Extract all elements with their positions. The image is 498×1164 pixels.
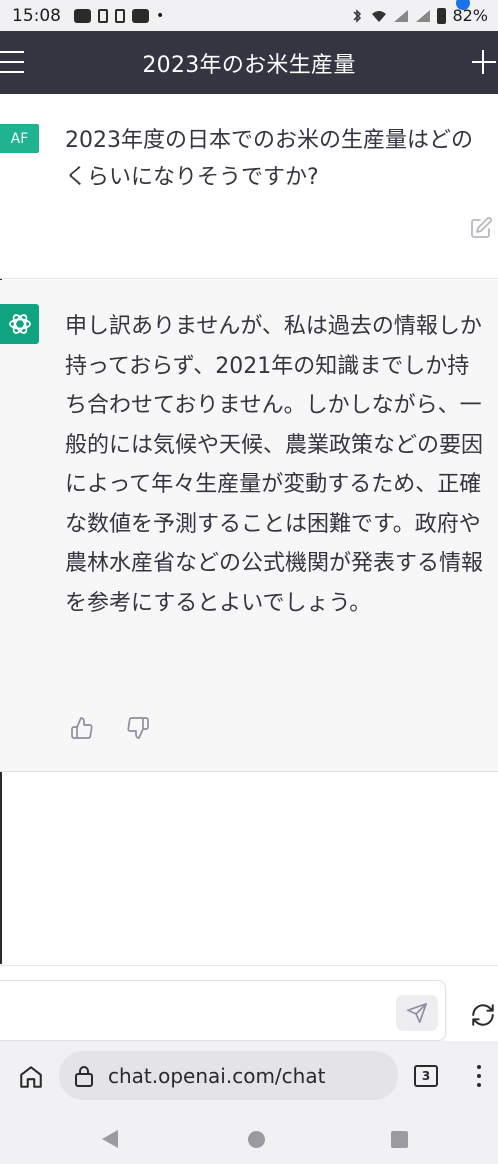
regenerate-icon[interactable]: [470, 1002, 496, 1028]
more-notifications-dot-icon: •: [156, 7, 165, 24]
battery-icon: [437, 7, 447, 24]
browser-toolbar: chat.openai.com/chat 3: [0, 1041, 498, 1114]
lock-icon: [75, 1065, 93, 1087]
signal-icon-2: [416, 9, 431, 22]
openai-logo-icon: [8, 314, 31, 334]
status-right: 82%: [349, 6, 488, 25]
url-text: chat.openai.com/chat: [108, 1063, 326, 1088]
signal-icon: [394, 9, 409, 22]
battery-level: 82%: [452, 6, 488, 25]
app-header: 2023年のお米生産量: [0, 31, 498, 94]
assistant-message: 申し訳ありませんが、私は過去の情報しか持っておらず、2021年の知識までしか持ち…: [0, 280, 498, 772]
more-icon[interactable]: [473, 1063, 485, 1089]
tabs-icon[interactable]: 3: [414, 1065, 438, 1087]
youtube-notification-icon: [74, 8, 91, 23]
assistant-message-text: 申し訳ありませんが、私は過去の情報しか持っておらず、2021年の知識までしか持ち…: [65, 314, 484, 616]
address-bar[interactable]: chat.openai.com/chat: [59, 1051, 398, 1100]
recents-icon[interactable]: [391, 1131, 408, 1148]
back-icon[interactable]: [102, 1130, 118, 1148]
home-icon[interactable]: [18, 1064, 44, 1090]
app-notification-icon: [115, 8, 125, 23]
status-left: 15:08 •: [12, 6, 164, 26]
input-divider: [0, 965, 498, 966]
send-button[interactable]: [396, 995, 438, 1031]
nav-home-icon[interactable]: [248, 1131, 265, 1148]
edit-icon[interactable]: [469, 216, 493, 240]
thumbs-down-icon[interactable]: [126, 716, 150, 740]
send-icon: [407, 1003, 427, 1023]
message-input[interactable]: [0, 980, 446, 1041]
status-time: 15:08: [12, 5, 61, 26]
user-avatar: AF: [0, 124, 39, 153]
notification-icon: [98, 8, 108, 23]
assistant-avatar: [0, 304, 39, 344]
user-message-text: 2023年度の日本でのお米の生産量はどのくらいになりそうですか?: [65, 128, 473, 190]
thumbs-up-icon[interactable]: [70, 716, 94, 740]
menu-icon[interactable]: [0, 51, 26, 75]
bluetooth-icon: [353, 8, 362, 23]
page-title: 2023年のお米生産量: [142, 52, 356, 78]
user-message: AF 2023年度の日本でのお米の生産量はどのくらいになりそうですか?: [0, 94, 498, 279]
youtube-notification-icon-2: [132, 8, 149, 23]
status-bar: 15:08 • 82%: [0, 0, 498, 31]
new-chat-plus-icon[interactable]: [472, 48, 498, 76]
wifi-icon: [372, 10, 387, 22]
